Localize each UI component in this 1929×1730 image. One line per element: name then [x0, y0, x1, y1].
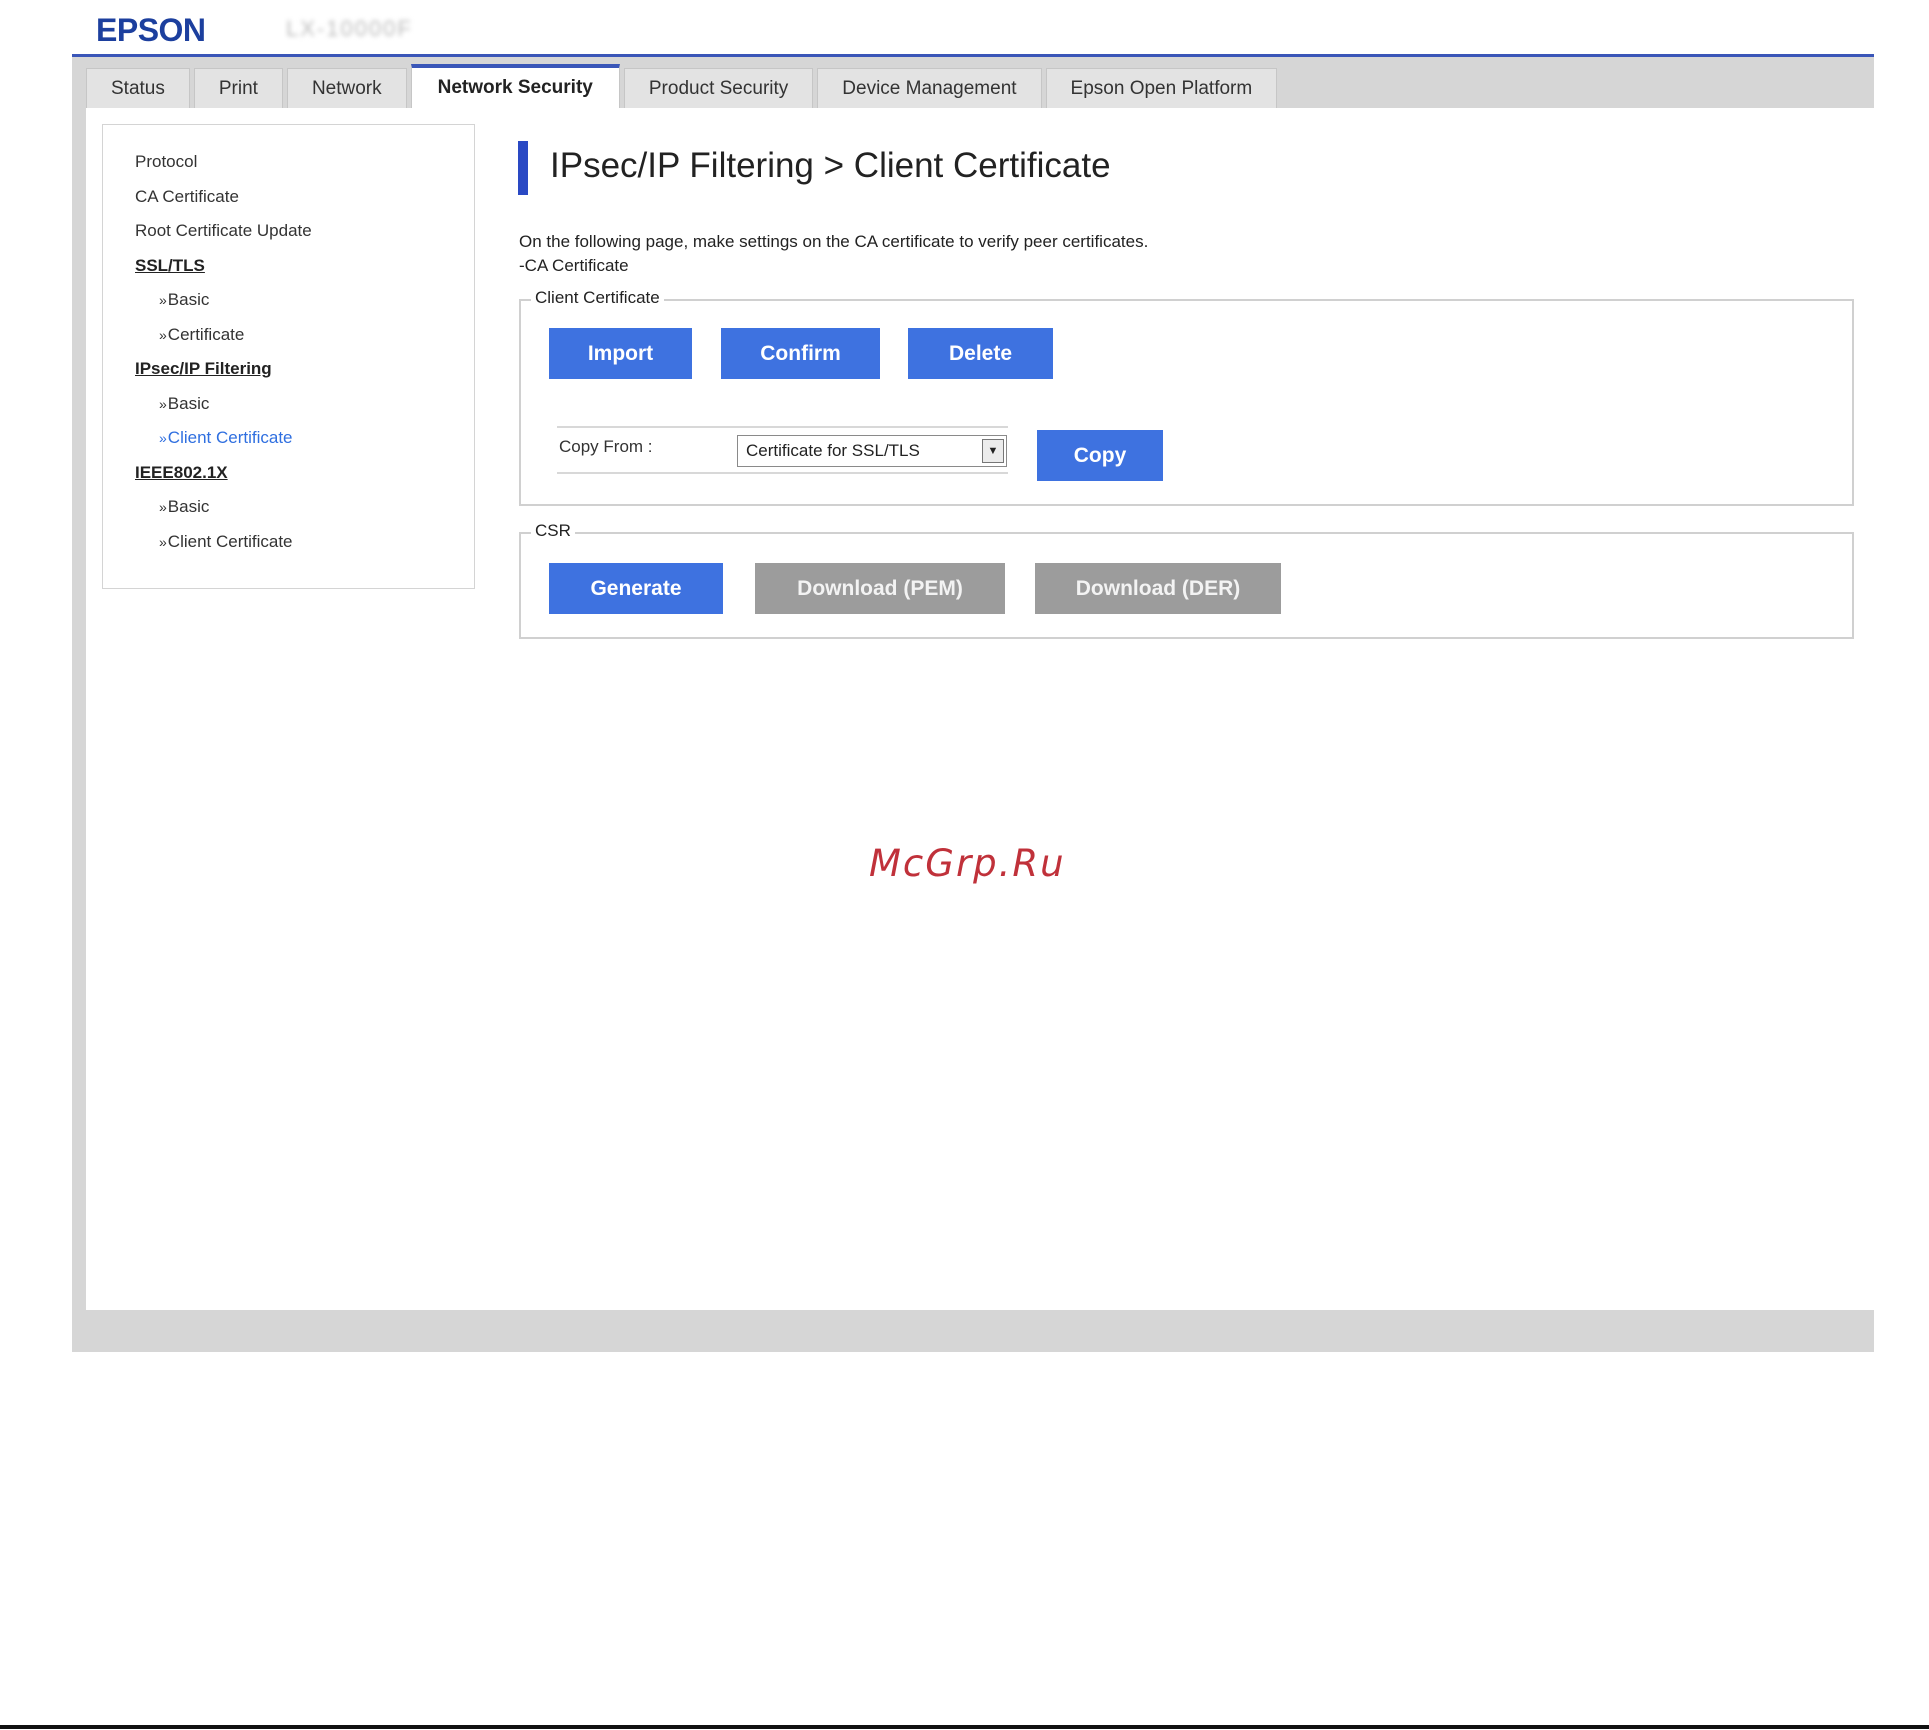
confirm-button[interactable]: Confirm	[721, 328, 880, 379]
copy-from-row: Copy From : Certificate for SSL/TLS ▼	[557, 426, 1008, 474]
sidebar-group-ieee8021x: IEEE802.1X	[135, 462, 228, 482]
sidebar-item-root-certificate-update[interactable]: Root Certificate Update	[135, 214, 474, 249]
epson-logo: EPSON	[96, 12, 206, 48]
page: { "header": { "brand": "EPSON", "model":…	[0, 0, 1929, 1730]
model-name: LX-10000F	[286, 16, 413, 41]
sidebar-item-ieee-client-certificate[interactable]: Client Certificate	[135, 525, 474, 560]
sidebar-item-ieee-basic[interactable]: Basic	[135, 490, 474, 525]
client-certificate-section: Client Certificate Import Confirm Delete…	[519, 288, 1854, 506]
copy-from-select[interactable]: Certificate for SSL/TLS ▼	[737, 435, 1007, 467]
sidebar-item-protocol[interactable]: Protocol	[135, 145, 474, 180]
title-accent-bar	[518, 141, 528, 195]
tab-epson-open-platform[interactable]: Epson Open Platform	[1045, 68, 1278, 108]
bottom-rule	[0, 1725, 1929, 1729]
content-area: Protocol CA Certificate Root Certificate…	[86, 108, 1874, 1310]
sidebar-item-ssl-certificate[interactable]: Certificate	[135, 318, 474, 353]
delete-button[interactable]: Delete	[908, 328, 1053, 379]
download-der-button[interactable]: Download (DER)	[1035, 563, 1281, 614]
sidebar-group-ipsec: IPsec/IP Filtering	[135, 359, 272, 378]
sidebar-item-ipsec-basic[interactable]: Basic	[135, 387, 474, 422]
watermark-text: McGrp.Ru	[869, 842, 1066, 885]
sidebar: Protocol CA Certificate Root Certificate…	[102, 124, 475, 589]
tab-device-management[interactable]: Device Management	[817, 68, 1042, 108]
tab-network[interactable]: Network	[286, 68, 407, 108]
copy-button[interactable]: Copy	[1037, 430, 1163, 481]
copy-from-label: Copy From :	[559, 437, 653, 456]
client-certificate-legend: Client Certificate	[531, 288, 664, 308]
sidebar-item-ipsec-client-certificate[interactable]: Client Certificate	[135, 421, 474, 456]
main-frame: Status Print Network Network Security Pr…	[72, 57, 1874, 1352]
description: On the following page, make settings on …	[519, 230, 1148, 278]
csr-section: CSR Generate Download (PEM) Download (DE…	[519, 521, 1854, 639]
download-pem-button[interactable]: Download (PEM)	[755, 563, 1005, 614]
sidebar-item-ca-certificate[interactable]: CA Certificate	[135, 180, 474, 215]
dropdown-arrow-icon[interactable]: ▼	[982, 439, 1004, 463]
tab-network-security[interactable]: Network Security	[410, 64, 620, 108]
tab-product-security[interactable]: Product Security	[623, 68, 814, 108]
description-line: On the following page, make settings on …	[519, 232, 1149, 251]
sidebar-item-ssl-basic[interactable]: Basic	[135, 283, 474, 318]
description-ca-certificate: -CA Certificate	[519, 256, 629, 275]
header: EPSON LX-10000F	[72, 0, 1874, 55]
tab-status[interactable]: Status	[86, 68, 190, 108]
tab-bar: Status Print Network Network Security Pr…	[86, 64, 1281, 108]
generate-button[interactable]: Generate	[549, 563, 723, 614]
sidebar-group-ssl-tls: SSL/TLS	[135, 255, 205, 275]
csr-legend: CSR	[531, 521, 575, 541]
copy-from-selected-value: Certificate for SSL/TLS	[746, 441, 920, 460]
page-title: IPsec/IP Filtering > Client Certificate	[550, 146, 1111, 185]
import-button[interactable]: Import	[549, 328, 692, 379]
tab-print[interactable]: Print	[193, 68, 283, 108]
